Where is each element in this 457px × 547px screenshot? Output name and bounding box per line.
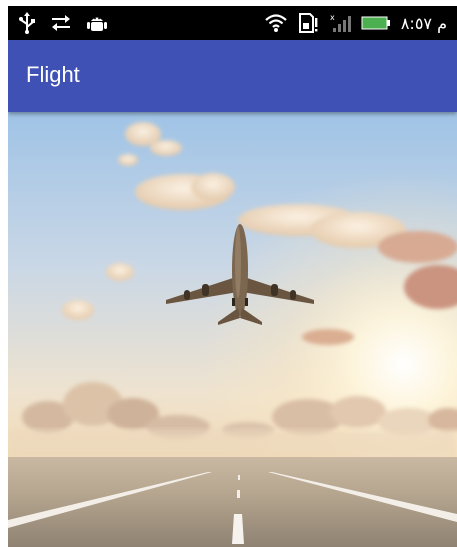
status-left-icons xyxy=(18,12,108,34)
airplane-takeoff-image xyxy=(8,112,457,547)
device-frame: x م ٨:٥٧ Flight xyxy=(0,0,457,547)
app-bar: Flight xyxy=(8,40,457,112)
phone-screen: x م ٨:٥٧ Flight xyxy=(8,6,457,547)
wifi-icon xyxy=(265,13,287,33)
usb-icon xyxy=(18,12,36,34)
status-bar: x م ٨:٥٧ xyxy=(8,6,457,40)
app-title: Flight xyxy=(26,62,80,87)
status-time: م ٨:٥٧ xyxy=(400,13,447,33)
battery-icon xyxy=(361,15,391,31)
status-right-icons: x م ٨:٥٧ xyxy=(265,12,447,34)
android-debug-icon xyxy=(86,12,108,34)
svg-text:x: x xyxy=(330,13,335,22)
sync-icon xyxy=(50,13,72,33)
sd-card-icon xyxy=(297,12,319,34)
hero-image xyxy=(8,112,457,547)
signal-icon: x xyxy=(329,12,351,34)
